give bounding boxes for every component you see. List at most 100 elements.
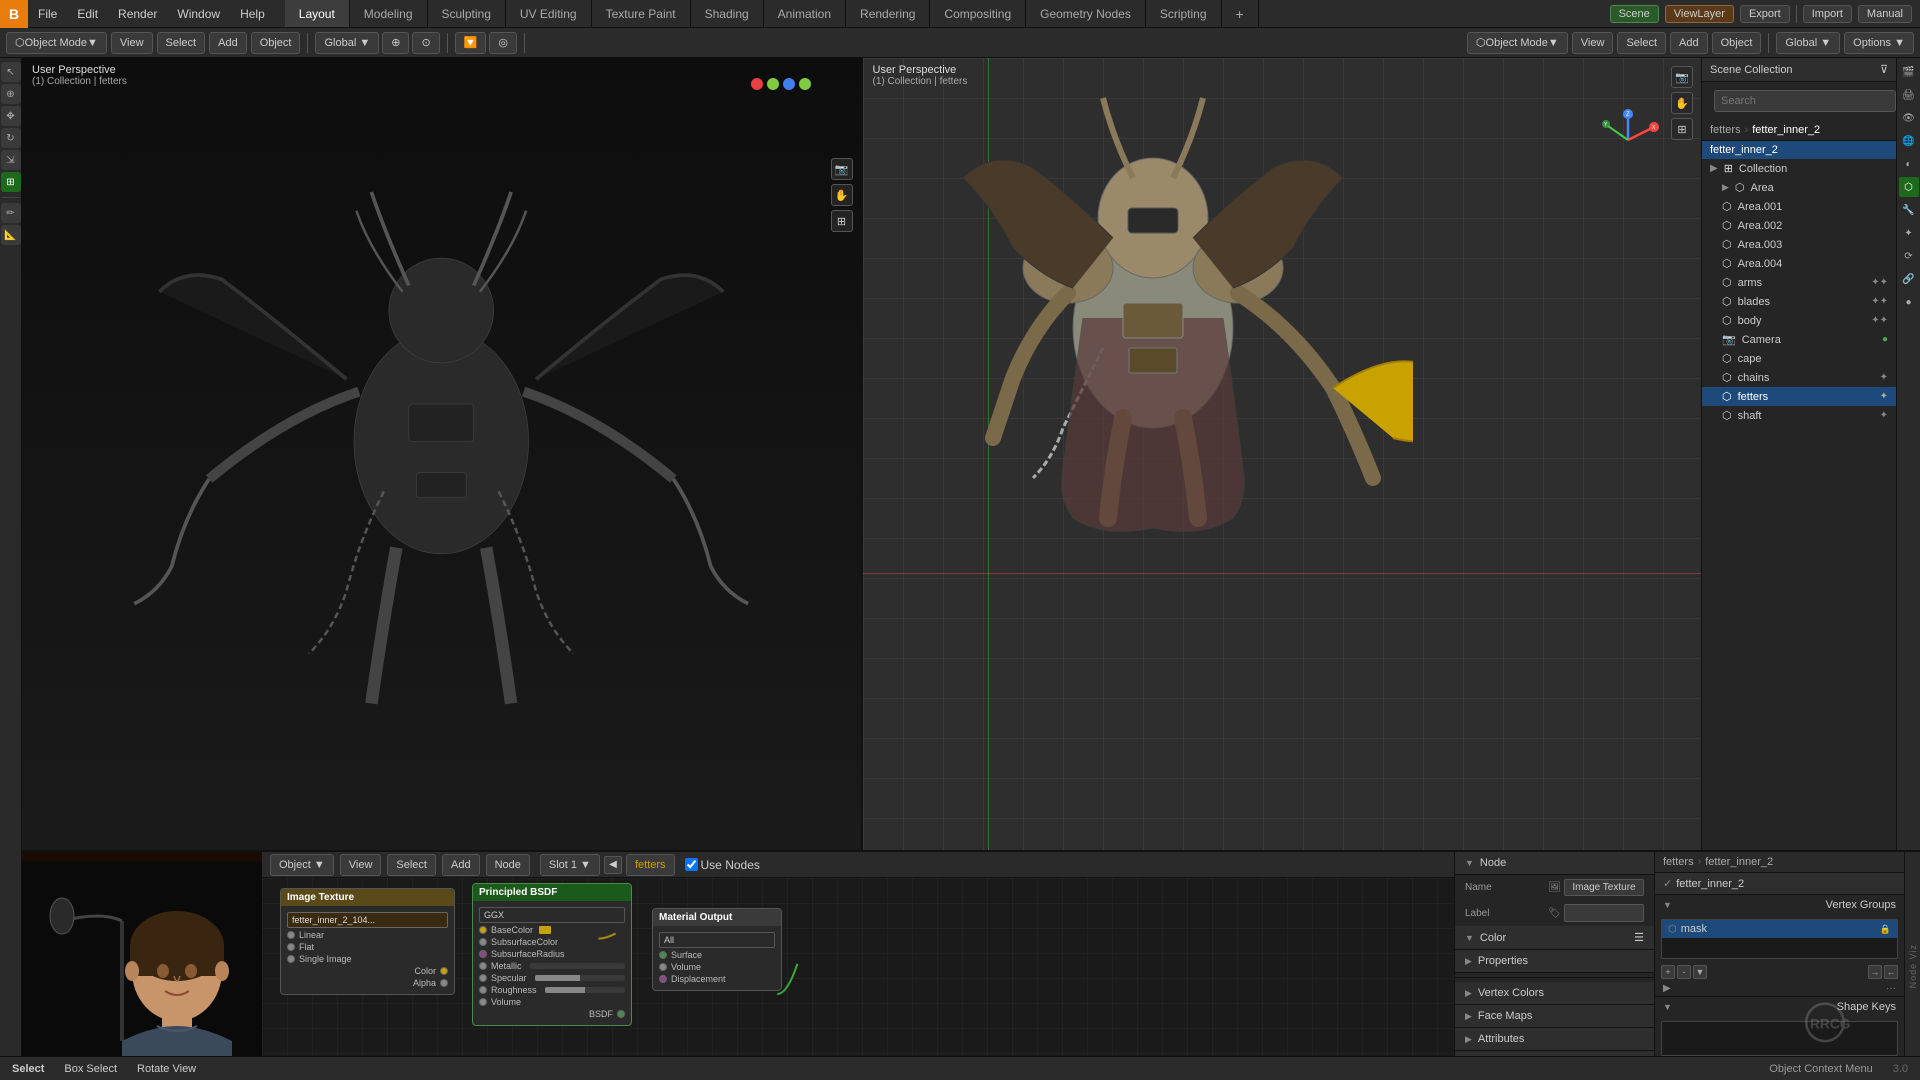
render-props-icon[interactable]: 🎬 [1899,62,1919,82]
view-btn-left[interactable]: View [111,32,153,54]
scale-tool[interactable]: ⇲ [1,150,21,170]
view-btn-right[interactable]: View [1572,32,1614,54]
viewlayer-selector[interactable]: Manual [1858,5,1912,23]
vg-add-btn[interactable]: + [1661,965,1675,979]
vg-more-btn[interactable]: ▼ [1693,965,1707,979]
sc-item-area003[interactable]: ⬡ Area.003 [1702,235,1896,254]
sc-filter-icon[interactable]: ⊽ [1880,63,1888,76]
manual-button[interactable]: Export [1740,5,1790,23]
sc-bread-inner[interactable]: fetter_inner_2 [1752,124,1820,136]
pb-inner[interactable]: fetter_inner_2 [1705,856,1773,868]
add-btn-left[interactable]: Add [209,32,247,54]
pbsdf-metallic-bar[interactable] [530,963,625,969]
image-texture-node[interactable]: Image Texture fetter_inner_2_104... Line… [280,888,455,995]
global-btn-right[interactable]: Global ▼ [1776,32,1840,54]
node-slot-prev[interactable]: ◀ [604,856,622,874]
vg-weight-btn[interactable]: → [1868,965,1882,979]
object-btn-right[interactable]: Object [1712,32,1762,54]
node-add-btn[interactable]: Add [442,854,480,876]
annotate-tool[interactable]: ✏ [1,203,21,223]
tab-geometry-nodes[interactable]: Geometry Nodes [1026,0,1146,27]
hand-icon-r[interactable]: ✋ [1671,92,1693,114]
tab-animation[interactable]: Animation [764,0,846,27]
pbsdf-roughness-bar[interactable] [545,987,625,993]
pbsdf-color-swatch[interactable] [539,926,551,934]
node-material-name[interactable]: fetters [626,854,675,876]
node-section-header[interactable]: ▼ Node [1455,852,1654,875]
sc-item-shaft[interactable]: ⬡ shaft ✦ [1702,406,1896,425]
modifier-props-icon[interactable]: 🔧 [1899,200,1919,220]
tab-sculpting[interactable]: Sculpting [428,0,506,27]
menu-file[interactable]: File [28,0,67,27]
select-btn-left[interactable]: Select [157,32,206,54]
global-btn[interactable]: Global ▼ [315,32,379,54]
particles-props-icon[interactable]: ✦ [1899,223,1919,243]
node-mode-btn[interactable]: Object ▼ [270,854,334,876]
mode-select-left[interactable]: ⬡ Object Mode ▼ [6,32,107,54]
tab-rendering[interactable]: Rendering [846,0,930,27]
world-props-icon[interactable]: ◐ [1899,154,1919,174]
transform-tool[interactable]: ⊞ [1,172,21,192]
import-button[interactable]: ViewLayer [1665,5,1734,23]
node-slot-select[interactable]: Slot 1 ▼ [540,854,600,876]
sc-item-arms[interactable]: ⬡ arms ✦✦ [1702,273,1896,292]
menu-window[interactable]: Window [167,0,230,27]
status-context-menu[interactable]: Object Context Menu [1769,1063,1872,1075]
menu-help[interactable]: Help [230,0,275,27]
menu-render[interactable]: Render [108,0,167,27]
hand-icon[interactable]: ✋ [831,184,853,206]
vg-expand-left[interactable]: ▶ [1663,983,1671,994]
sc-search-input[interactable] [1714,90,1896,112]
object-data-props-icon[interactable]: ⬡ [1899,177,1919,197]
vg-expand-right[interactable]: ··· [1886,983,1896,994]
tab-scripting[interactable]: Scripting [1146,0,1222,27]
tab-layout[interactable]: Layout [285,0,350,27]
camera-icon-r[interactable]: 📷 [1671,66,1693,88]
sc-item-fetters[interactable]: ⬡ fetters ✦ [1702,387,1896,406]
vg-select-btn[interactable]: ← [1884,965,1898,979]
tab-modeling[interactable]: Modeling [350,0,428,27]
sc-item-collection[interactable]: ▶ ⊞ Collection [1702,159,1896,178]
left-viewport[interactable]: User Perspective (1) Collection | fetter… [22,58,863,850]
pbsdf-specular-bar[interactable] [535,975,625,981]
sc-item-chains[interactable]: ⬡ chains ✦ [1702,368,1896,387]
sc-item-area004[interactable]: ⬡ Area.004 [1702,254,1896,273]
node-editor[interactable]: Object ▼ View Select Add Node Slot 1 ▼ ◀… [262,852,1454,1080]
constraints-props-icon[interactable]: 🔗 [1899,269,1919,289]
viewport-gizmo[interactable]: Z X Y [1596,108,1661,173]
attributes-section[interactable]: ▶ Attributes [1455,1028,1654,1051]
transform-btn[interactable]: ⊕ [382,32,409,54]
measure-tool[interactable]: 📐 [1,225,21,245]
right-viewport[interactable]: User Perspective (1) Collection | fetter… [863,58,1702,850]
node-select-btn[interactable]: Select [387,854,436,876]
menu-edit[interactable]: Edit [67,0,108,27]
object-btn-left[interactable]: Object [251,32,301,54]
it-image-name[interactable]: fetter_inner_2_104... [287,912,448,928]
cursor-tool[interactable]: ⊕ [1,84,21,104]
proportional-btn[interactable]: ◎ [489,32,517,54]
select-btn-right[interactable]: Select [1617,32,1666,54]
rotate-tool[interactable]: ↻ [1,128,21,148]
mat-out-all[interactable]: All [659,932,775,948]
collection-icon[interactable]: ⊞ [831,210,853,232]
sc-bread-fetters[interactable]: fetters [1710,124,1741,136]
select-tool[interactable]: ↖ [1,62,21,82]
pbsdf-ggx[interactable]: GGX [479,907,625,923]
material-props-icon[interactable]: ● [1899,292,1919,312]
material-output-node[interactable]: Material Output All Surface V [652,908,782,991]
export-button[interactable]: Scene [1610,5,1659,23]
add-btn-right[interactable]: Add [1670,32,1708,54]
view-props-icon[interactable]: 👁 [1899,108,1919,128]
snap-btn[interactable]: 🔽 [455,32,487,54]
sc-item-body[interactable]: ⬡ body ✦✦ [1702,311,1896,330]
principled-bsdf-node[interactable]: Principled BSDF GGX BaseColor [472,883,632,1026]
vertex-colors-section[interactable]: ▶ Vertex Colors [1455,982,1654,1005]
collection-icon-r[interactable]: ⊞ [1671,118,1693,140]
output-props-icon[interactable]: 🖨 [1899,85,1919,105]
node-view-btn[interactable]: View [340,854,382,876]
physics-props-icon[interactable]: ⟳ [1899,246,1919,266]
face-maps-section[interactable]: ▶ Face Maps [1455,1005,1654,1028]
tab-shading[interactable]: Shading [691,0,764,27]
tab-add[interactable]: + [1222,0,1259,27]
sc-item-camera[interactable]: 📷 Camera ● [1702,330,1896,349]
